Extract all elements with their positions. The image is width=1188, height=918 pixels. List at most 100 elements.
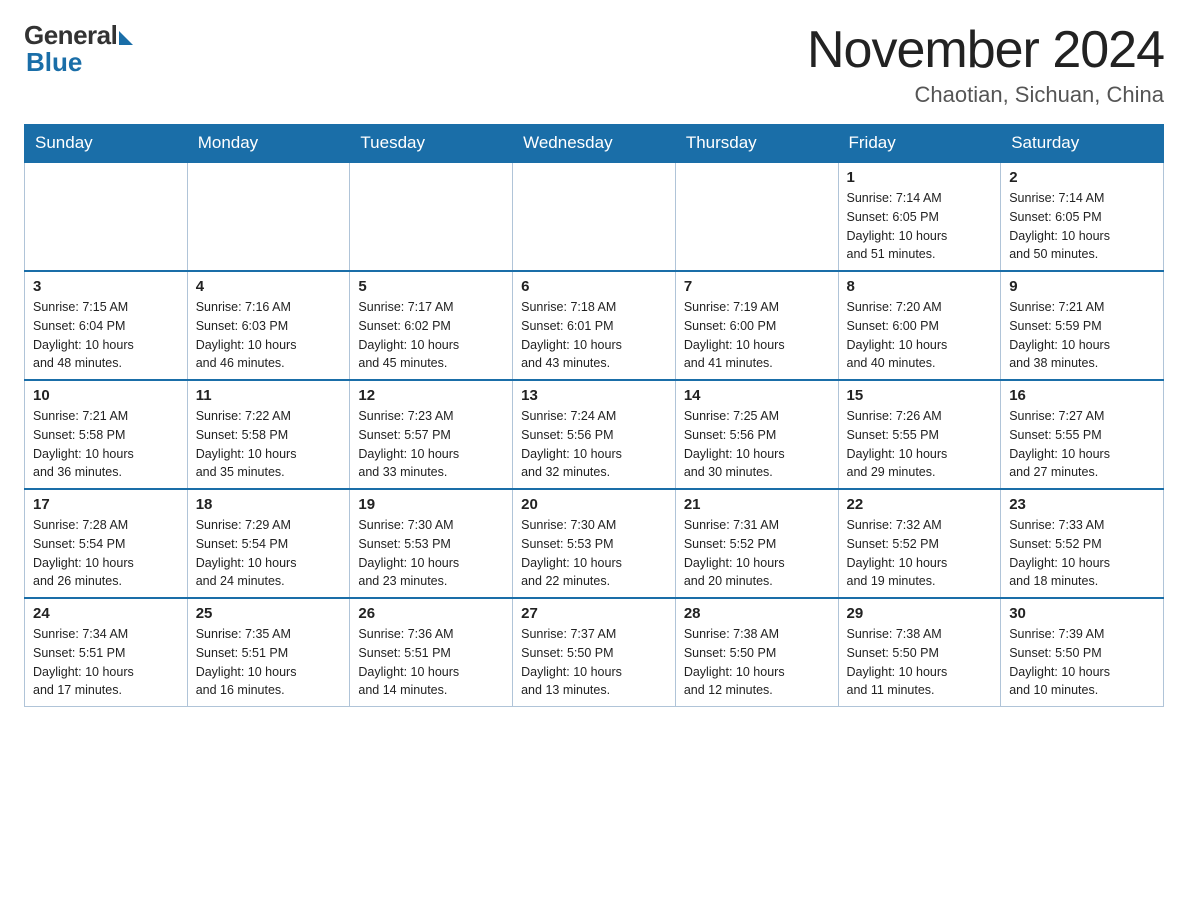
day-number: 30 [1009, 605, 1155, 622]
calendar-cell: 25 Sunrise: 7:35 AMSunset: 5:51 PMDayligh… [187, 598, 350, 707]
day-info: Sunrise: 7:23 AMSunset: 5:57 PMDaylight:… [358, 407, 504, 482]
calendar-cell: 28 Sunrise: 7:38 AMSunset: 5:50 PMDayligh… [675, 598, 838, 707]
calendar-cell: 1Sunrise: 7:14 AMSunset: 6:05 PMDaylight… [838, 162, 1001, 271]
calendar-cell: 21Sunrise: 7:31 AMSunset: 5:52 PMDayligh… [675, 489, 838, 598]
day-info: Sunrise: 7:14 AMSunset: 6:05 PMDaylight:… [1009, 189, 1155, 264]
day-number: 20 [521, 496, 667, 513]
calendar-cell: 16 Sunrise: 7:27 AMSunset: 5:55 PMDayligh… [1001, 380, 1164, 489]
day-number: 10 [33, 387, 179, 404]
calendar-cell: 18 Sunrise: 7:29 AMSunset: 5:54 PMDayligh… [187, 489, 350, 598]
calendar-cell [675, 162, 838, 271]
day-number: 7 [684, 278, 830, 295]
day-info: Sunrise: 7:19 AMSunset: 6:00 PMDaylight:… [684, 298, 830, 373]
calendar-cell: 17Sunrise: 7:28 AMSunset: 5:54 PMDayligh… [25, 489, 188, 598]
day-info: Sunrise: 7:30 AMSunset: 5:53 PMDaylight:… [521, 516, 667, 591]
day-info: Sunrise: 7:18 AMSunset: 6:01 PMDaylight:… [521, 298, 667, 373]
calendar-cell: 10 Sunrise: 7:21 AMSunset: 5:58 PMDayligh… [25, 380, 188, 489]
day-info: Sunrise: 7:34 AMSunset: 5:51 PMDaylight:… [33, 625, 179, 700]
day-info: Sunrise: 7:16 AMSunset: 6:03 PMDaylight:… [196, 298, 342, 373]
day-number: 16 [1009, 387, 1155, 404]
calendar-cell [350, 162, 513, 271]
day-number: 18 [196, 496, 342, 513]
calendar-cell [187, 162, 350, 271]
calendar-cell: 13 Sunrise: 7:24 AMSunset: 5:56 PMDayligh… [513, 380, 676, 489]
calendar-cell: 3 Sunrise: 7:15 AMSunset: 6:04 PMDaylight… [25, 271, 188, 380]
calendar-cell: 24 Sunrise: 7:34 AMSunset: 5:51 PMDayligh… [25, 598, 188, 707]
day-number: 19 [358, 496, 504, 513]
day-info: Sunrise: 7:35 AMSunset: 5:51 PMDaylight:… [196, 625, 342, 700]
col-header-wednesday: Wednesday [513, 125, 676, 163]
day-info: Sunrise: 7:38 AMSunset: 5:50 PMDaylight:… [847, 625, 993, 700]
day-number: 5 [358, 278, 504, 295]
day-number: 25 [196, 605, 342, 622]
logo-blue-text: Blue [26, 47, 82, 78]
week-row-1: 1Sunrise: 7:14 AMSunset: 6:05 PMDaylight… [25, 162, 1164, 271]
day-info: Sunrise: 7:26 AMSunset: 5:55 PMDaylight:… [847, 407, 993, 482]
week-row-5: 24 Sunrise: 7:34 AMSunset: 5:51 PMDayligh… [25, 598, 1164, 707]
day-info: Sunrise: 7:20 AMSunset: 6:00 PMDaylight:… [847, 298, 993, 373]
col-header-tuesday: Tuesday [350, 125, 513, 163]
day-number: 15 [847, 387, 993, 404]
day-info: Sunrise: 7:17 AMSunset: 6:02 PMDaylight:… [358, 298, 504, 373]
week-row-3: 10 Sunrise: 7:21 AMSunset: 5:58 PMDayligh… [25, 380, 1164, 489]
day-number: 24 [33, 605, 179, 622]
day-number: 22 [847, 496, 993, 513]
week-row-4: 17Sunrise: 7:28 AMSunset: 5:54 PMDayligh… [25, 489, 1164, 598]
day-number: 8 [847, 278, 993, 295]
day-info: Sunrise: 7:24 AMSunset: 5:56 PMDaylight:… [521, 407, 667, 482]
day-number: 28 [684, 605, 830, 622]
day-info: Sunrise: 7:21 AMSunset: 5:58 PMDaylight:… [33, 407, 179, 482]
calendar-cell: 12 Sunrise: 7:23 AMSunset: 5:57 PMDayligh… [350, 380, 513, 489]
calendar-cell [25, 162, 188, 271]
calendar-cell: 19 Sunrise: 7:30 AMSunset: 5:53 PMDayligh… [350, 489, 513, 598]
logo-arrow-icon [119, 31, 133, 45]
calendar-cell: 4 Sunrise: 7:16 AMSunset: 6:03 PMDaylight… [187, 271, 350, 380]
day-number: 13 [521, 387, 667, 404]
calendar-cell: 5 Sunrise: 7:17 AMSunset: 6:02 PMDaylight… [350, 271, 513, 380]
day-info: Sunrise: 7:31 AMSunset: 5:52 PMDaylight:… [684, 516, 830, 591]
page: General Blue November 2024 Chaotian, Sic… [0, 0, 1188, 731]
col-header-sunday: Sunday [25, 125, 188, 163]
day-info: Sunrise: 7:32 AMSunset: 5:52 PMDaylight:… [847, 516, 993, 591]
calendar-cell: 20 Sunrise: 7:30 AMSunset: 5:53 PMDayligh… [513, 489, 676, 598]
day-info: Sunrise: 7:27 AMSunset: 5:55 PMDaylight:… [1009, 407, 1155, 482]
calendar-cell: 7 Sunrise: 7:19 AMSunset: 6:00 PMDaylight… [675, 271, 838, 380]
calendar-cell: 23Sunrise: 7:33 AMSunset: 5:52 PMDayligh… [1001, 489, 1164, 598]
calendar-cell: 11Sunrise: 7:22 AMSunset: 5:58 PMDayligh… [187, 380, 350, 489]
day-number: 3 [33, 278, 179, 295]
calendar-cell: 27Sunrise: 7:37 AMSunset: 5:50 PMDayligh… [513, 598, 676, 707]
col-header-friday: Friday [838, 125, 1001, 163]
calendar-header-row: SundayMondayTuesdayWednesdayThursdayFrid… [25, 125, 1164, 163]
calendar-cell: 22 Sunrise: 7:32 AMSunset: 5:52 PMDayligh… [838, 489, 1001, 598]
day-info: Sunrise: 7:14 AMSunset: 6:05 PMDaylight:… [847, 189, 993, 264]
day-number: 26 [358, 605, 504, 622]
day-info: Sunrise: 7:15 AMSunset: 6:04 PMDaylight:… [33, 298, 179, 373]
calendar-cell: 14Sunrise: 7:25 AMSunset: 5:56 PMDayligh… [675, 380, 838, 489]
location: Chaotian, Sichuan, China [807, 82, 1164, 108]
day-info: Sunrise: 7:30 AMSunset: 5:53 PMDaylight:… [358, 516, 504, 591]
calendar-cell: 30Sunrise: 7:39 AMSunset: 5:50 PMDayligh… [1001, 598, 1164, 707]
calendar-cell: 9 Sunrise: 7:21 AMSunset: 5:59 PMDaylight… [1001, 271, 1164, 380]
col-header-monday: Monday [187, 125, 350, 163]
day-number: 4 [196, 278, 342, 295]
day-info: Sunrise: 7:36 AMSunset: 5:51 PMDaylight:… [358, 625, 504, 700]
calendar-cell [513, 162, 676, 271]
day-info: Sunrise: 7:28 AMSunset: 5:54 PMDaylight:… [33, 516, 179, 591]
day-info: Sunrise: 7:38 AMSunset: 5:50 PMDaylight:… [684, 625, 830, 700]
calendar-cell: 6 Sunrise: 7:18 AMSunset: 6:01 PMDaylight… [513, 271, 676, 380]
calendar-cell: 8 Sunrise: 7:20 AMSunset: 6:00 PMDaylight… [838, 271, 1001, 380]
day-number: 9 [1009, 278, 1155, 295]
day-number: 29 [847, 605, 993, 622]
calendar-table: SundayMondayTuesdayWednesdayThursdayFrid… [24, 124, 1164, 707]
day-info: Sunrise: 7:22 AMSunset: 5:58 PMDaylight:… [196, 407, 342, 482]
calendar-cell: 2Sunrise: 7:14 AMSunset: 6:05 PMDaylight… [1001, 162, 1164, 271]
day-number: 23 [1009, 496, 1155, 513]
week-row-2: 3 Sunrise: 7:15 AMSunset: 6:04 PMDaylight… [25, 271, 1164, 380]
day-info: Sunrise: 7:21 AMSunset: 5:59 PMDaylight:… [1009, 298, 1155, 373]
day-number: 12 [358, 387, 504, 404]
day-number: 14 [684, 387, 830, 404]
day-number: 6 [521, 278, 667, 295]
logo: General Blue [24, 20, 133, 78]
day-info: Sunrise: 7:29 AMSunset: 5:54 PMDaylight:… [196, 516, 342, 591]
header: General Blue November 2024 Chaotian, Sic… [24, 20, 1164, 108]
